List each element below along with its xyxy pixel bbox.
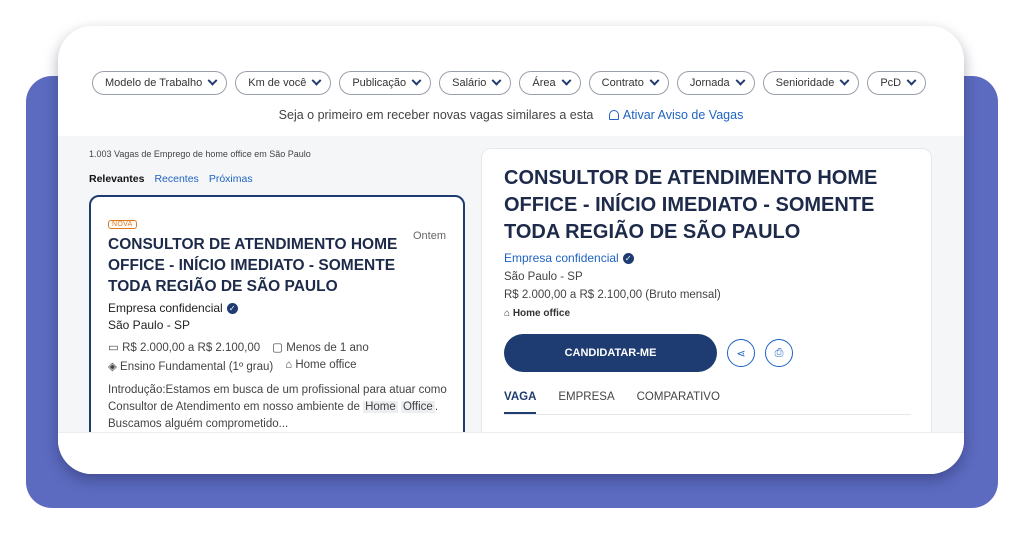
chevron-down-icon <box>561 75 572 86</box>
chevron-down-icon <box>906 75 917 86</box>
graduation-cap-icon: ◈ <box>108 361 121 373</box>
job-location: São Paulo - SP <box>108 318 191 332</box>
sort-proximas[interactable]: Próximas <box>209 173 253 185</box>
results-area: 1.003 Vagas de Emprego de home office em… <box>58 136 964 474</box>
job-mode-text: Home office <box>295 359 357 371</box>
job-salary-text: R$ 2.000,00 a R$ 2.100,00 <box>122 342 261 354</box>
filter-label: Contrato <box>601 77 644 89</box>
job-alert-row: Seja o primeiro em receber novas vagas s… <box>58 108 964 122</box>
tab-empresa[interactable]: EMPRESA <box>558 391 614 414</box>
filter-label: PcD <box>880 77 902 89</box>
filter-salario[interactable]: Salário <box>439 71 512 95</box>
tab-vaga[interactable]: VAGA <box>504 391 537 414</box>
filter-area[interactable]: Área <box>519 71 581 95</box>
money-icon: ▭ <box>108 342 123 354</box>
chevron-down-icon <box>207 75 218 86</box>
tab-comparativo[interactable]: COMPARATIVO <box>637 391 720 414</box>
job-experience-text: Menos de 1 ano <box>286 342 369 354</box>
job-desc-highlight1: Home <box>363 401 398 413</box>
job-title[interactable]: CONSULTOR DE ATENDIMENTO HOME OFFICE - I… <box>108 234 428 297</box>
chevron-down-icon <box>491 75 502 86</box>
activate-alert-label: Ativar Aviso de Vagas <box>622 108 744 122</box>
filter-jornada[interactable]: Jornada <box>676 71 755 95</box>
job-education-text: Ensino Fundamental (1º grau) <box>120 361 274 373</box>
job-company: Empresa confidencial ✓ <box>108 301 447 315</box>
home-icon: ⌂ <box>285 359 296 371</box>
detail-mode-text: Home office <box>512 308 571 319</box>
detail-salary: R$ 2.000,00 a R$ 2.100,00 (Bruto mensal) <box>504 289 721 301</box>
sort-recentes[interactable]: Recentes <box>154 173 198 185</box>
chevron-down-icon <box>735 75 746 86</box>
job-meta-row-2: ◈ Ensino Fundamental (1º grau) ⌂ Home of… <box>108 359 447 373</box>
home-icon: ⌂ <box>504 308 513 319</box>
job-mode: ⌂ Home office <box>285 359 356 373</box>
bell-icon <box>608 110 619 120</box>
job-card[interactable]: NOVA Ontem CONSULTOR DE ATENDIMENTO HOME… <box>89 195 465 445</box>
filter-bar: Modelo de Trabalho Km de você Publicação… <box>92 71 944 95</box>
activate-alert-link[interactable]: Ativar Aviso de Vagas <box>608 108 744 122</box>
detail-actions: CANDIDATAR-ME ⋖ ⎙ <box>504 334 911 372</box>
filter-km-de-voce[interactable]: Km de você <box>235 71 332 95</box>
filter-label: Modelo de Trabalho <box>105 77 203 89</box>
new-badge: NOVA <box>108 220 137 229</box>
bottom-fade <box>58 432 964 474</box>
chevron-down-icon <box>311 75 322 86</box>
print-icon[interactable]: ⎙ <box>765 339 793 367</box>
job-salary: ▭ R$ 2.000,00 a R$ 2.100,00 <box>108 340 260 354</box>
job-alert-text: Seja o primeiro em receber novas vagas s… <box>278 108 594 122</box>
chevron-down-icon <box>649 75 660 86</box>
job-desc-highlight2: Office <box>400 401 435 413</box>
sort-options: Relevantes Recentes Próximas <box>89 173 253 185</box>
company-name: Empresa confidencial <box>108 301 223 315</box>
detail-company[interactable]: Empresa confidencial ✓ <box>504 251 911 265</box>
detail-tabs: VAGA EMPRESA COMPARATIVO <box>504 391 911 415</box>
filter-contrato[interactable]: Contrato <box>588 71 669 95</box>
briefcase-icon: ▢ <box>272 342 287 354</box>
job-experience: ▢ Menos de 1 ano <box>272 340 369 354</box>
share-icon[interactable]: ⋖ <box>727 339 755 367</box>
filter-modelo-de-trabalho[interactable]: Modelo de Trabalho <box>92 71 228 95</box>
chevron-down-icon <box>411 75 422 86</box>
filter-pcd[interactable]: PcD <box>867 71 927 95</box>
sort-relevantes[interactable]: Relevantes <box>89 173 144 185</box>
filter-label: Publicação <box>352 77 407 89</box>
detail-mode: ⌂ Home office <box>504 308 911 319</box>
results-count: 1.003 Vagas de Emprego de home office em… <box>89 149 311 159</box>
filter-label: Jornada <box>689 77 730 89</box>
job-education: ◈ Ensino Fundamental (1º grau) <box>108 359 273 373</box>
screenshot-card: Modelo de Trabalho Km de você Publicação… <box>58 26 964 474</box>
filter-label: Salário <box>452 77 487 89</box>
filter-label: Senioridade <box>775 77 835 89</box>
chevron-down-icon <box>839 75 850 86</box>
verified-icon: ✓ <box>622 252 634 264</box>
job-meta-row: ▭ R$ 2.000,00 a R$ 2.100,00 ▢ Menos de 1… <box>108 340 447 354</box>
job-description: Introdução:Estamos em busca de um profis… <box>108 382 448 433</box>
filter-senioridade[interactable]: Senioridade <box>762 71 860 95</box>
detail-company-name: Empresa confidencial <box>504 251 619 265</box>
verified-icon: ✓ <box>226 302 238 314</box>
filter-label: Área <box>532 77 556 89</box>
filter-label: Km de você <box>248 77 307 89</box>
job-detail-panel: CONSULTOR DE ATENDIMENTO HOME OFFICE - I… <box>481 148 932 474</box>
apply-button[interactable]: CANDIDATAR-ME <box>504 334 717 372</box>
job-date: Ontem <box>412 230 446 242</box>
detail-title: CONSULTOR DE ATENDIMENTO HOME OFFICE - I… <box>504 167 878 243</box>
filter-publicacao[interactable]: Publicação <box>339 71 432 95</box>
detail-location: São Paulo - SP <box>504 271 583 283</box>
